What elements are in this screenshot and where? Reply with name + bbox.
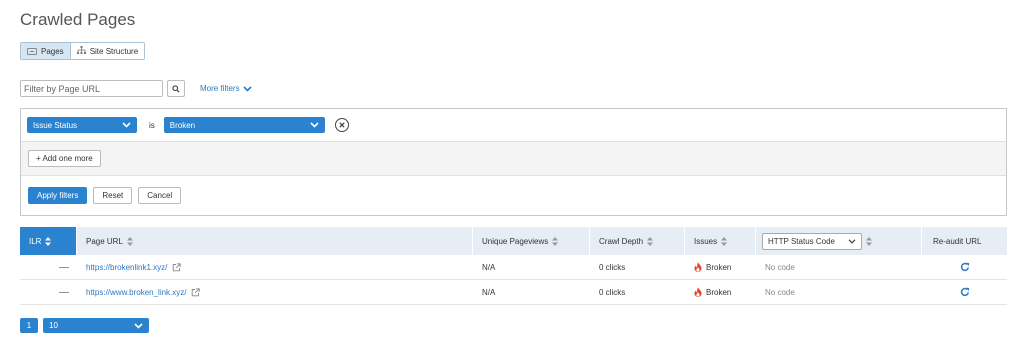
issues-cell: Broken	[685, 255, 756, 279]
external-link-icon[interactable]	[191, 287, 201, 297]
ilr-empty-indicator	[59, 266, 69, 268]
http-status-code-select[interactable]: HTTP Status Code	[762, 232, 862, 250]
refresh-icon[interactable]	[960, 262, 970, 272]
column-header-unique-pageviews[interactable]: Unique Pageviews	[473, 227, 590, 255]
column-header-http-status-code: HTTP Status Code	[756, 227, 922, 255]
column-header-ilr[interactable]: ILR	[20, 227, 77, 255]
sort-icon	[45, 236, 52, 246]
url-filter-input[interactable]	[20, 80, 163, 97]
http-status-code-select-label: HTTP Status Code	[768, 236, 835, 246]
pages-icon	[27, 47, 37, 55]
more-filters-link[interactable]: More filters	[200, 84, 252, 93]
column-header-page-url[interactable]: Page URL	[77, 227, 473, 255]
column-header-label: ILR	[29, 236, 42, 246]
column-header-crawl-depth[interactable]: Crawl Depth	[590, 227, 685, 255]
pages-view-button[interactable]: Pages	[21, 43, 71, 59]
close-icon	[339, 122, 345, 128]
filter-operator-label: is	[149, 120, 155, 130]
chevron-down-icon	[848, 238, 856, 244]
filter-panel: Issue Status is Broken + Add one more Ap…	[20, 108, 1007, 216]
site-structure-view-button[interactable]: Site Structure	[70, 43, 145, 59]
filter-field-select[interactable]: Issue Status	[27, 117, 137, 133]
filter-condition-value: Broken	[169, 120, 196, 130]
sort-icon	[126, 236, 133, 246]
reaudit-cell	[922, 255, 1007, 279]
column-header-label: Page URL	[86, 236, 123, 246]
chevron-down-icon	[134, 322, 143, 329]
add-condition-row: + Add one more	[21, 142, 1006, 176]
http-status-cell: No code	[765, 262, 795, 272]
per-page-value: 10	[49, 321, 58, 330]
column-header-reaudit: Re-audit URL	[922, 227, 1007, 255]
filter-field-value: Issue Status	[33, 120, 78, 130]
sort-icon[interactable]	[866, 236, 872, 246]
column-header-label: Issues	[694, 236, 718, 246]
fire-icon	[694, 262, 702, 272]
issue-label: Broken	[706, 287, 732, 297]
cancel-button[interactable]: Cancel	[138, 187, 182, 204]
search-button[interactable]	[167, 80, 185, 97]
sort-icon	[721, 236, 728, 246]
crawl-depth-cell: 0 clicks	[599, 287, 626, 297]
external-link-icon[interactable]	[172, 262, 182, 272]
search-icon	[172, 84, 180, 93]
column-header-issues[interactable]: Issues	[685, 227, 756, 255]
url-filter-bar: More filters	[20, 80, 252, 97]
view-toggle: Pages Site Structure	[20, 42, 146, 60]
sort-icon	[552, 236, 559, 246]
chevron-down-icon	[122, 122, 131, 128]
filter-condition-select[interactable]: Broken	[163, 117, 325, 133]
remove-condition-button[interactable]	[334, 118, 349, 132]
ilr-empty-indicator	[59, 291, 69, 293]
table-header: ILR Page URL Unique Pageviews Crawl Dept…	[20, 227, 1007, 255]
page-url-cell: https://brokenlink1.xyz/	[77, 255, 473, 279]
page-url-cell: https://www.broken_link.xyz/	[77, 280, 473, 304]
column-header-label: Unique Pageviews	[482, 236, 549, 246]
chevron-down-icon	[310, 122, 319, 128]
fire-icon	[694, 287, 702, 297]
refresh-icon[interactable]	[960, 287, 970, 297]
pagination: 1 10	[20, 318, 149, 333]
issue-label: Broken	[706, 262, 732, 272]
column-header-label: Re-audit URL	[933, 236, 982, 246]
page-url-link[interactable]: https://brokenlink1.xyz/	[86, 263, 167, 272]
crawl-depth-cell: 0 clicks	[599, 262, 626, 272]
page-number-button[interactable]: 1	[20, 318, 38, 333]
reset-button[interactable]: Reset	[93, 187, 133, 204]
more-filters-label: More filters	[200, 84, 240, 93]
http-status-cell: No code	[765, 287, 795, 297]
filter-condition-row: Issue Status is Broken	[21, 109, 1006, 142]
site-structure-view-label: Site Structure	[89, 46, 139, 56]
ilr-cell	[20, 255, 77, 279]
chevron-down-icon	[242, 85, 252, 92]
pages-view-label: Pages	[41, 46, 64, 56]
table-row: https://brokenlink1.xyz/ N/A 0 clicks Br…	[20, 255, 1007, 280]
page-url-link[interactable]: https://www.broken_link.xyz/	[86, 288, 186, 297]
crawled-pages-table: ILR Page URL Unique Pageviews Crawl Dept…	[20, 227, 1007, 305]
sort-icon	[647, 236, 654, 246]
unique-pageviews-cell: N/A	[482, 287, 496, 297]
column-header-label: Crawl Depth	[599, 236, 644, 246]
per-page-select[interactable]: 10	[43, 318, 149, 333]
add-one-more-button[interactable]: + Add one more	[28, 150, 101, 167]
reaudit-cell	[922, 280, 1007, 304]
sitemap-icon	[76, 46, 86, 56]
page-title: Crawled Pages	[20, 10, 136, 29]
apply-filters-button[interactable]: Apply filters	[28, 187, 88, 204]
filter-actions-row: Apply filters Reset Cancel	[21, 176, 1006, 215]
issues-cell: Broken	[685, 280, 756, 304]
unique-pageviews-cell: N/A	[482, 262, 496, 272]
ilr-cell	[20, 280, 77, 304]
table-row: https://www.broken_link.xyz/ N/A 0 click…	[20, 280, 1007, 305]
